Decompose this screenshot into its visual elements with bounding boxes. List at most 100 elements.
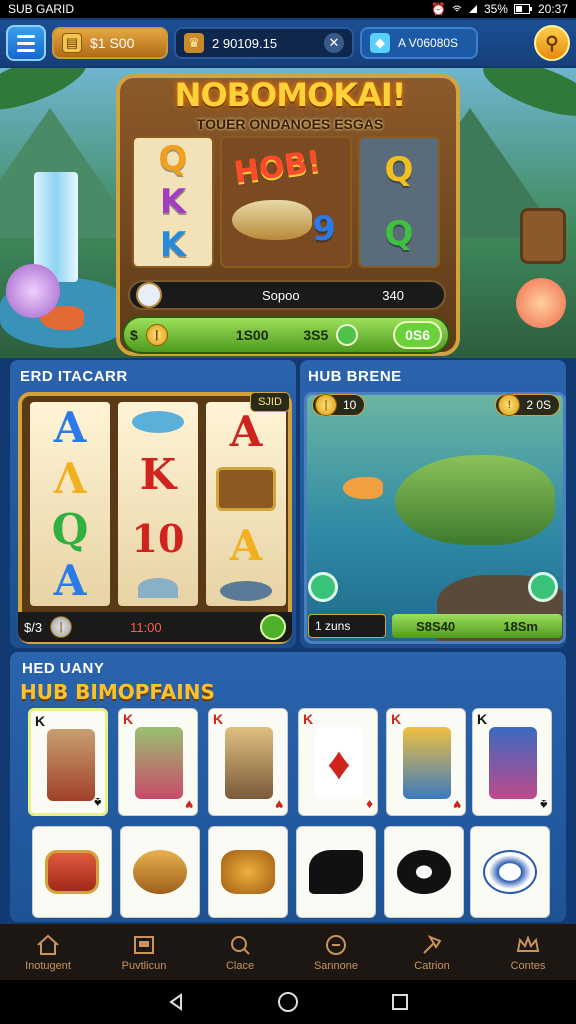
fish-scene-value-2: 18Sm bbox=[503, 618, 538, 634]
coin-icon: ! bbox=[498, 394, 521, 416]
recents-icon[interactable] bbox=[390, 992, 410, 1012]
nav-label: Inotugent bbox=[25, 959, 71, 972]
fish-scene-count: 1 zuns bbox=[308, 614, 386, 638]
wifi-icon bbox=[452, 5, 462, 12]
playing-card[interactable]: K ♦ ♦ bbox=[298, 708, 378, 816]
reel-symbol: A bbox=[229, 407, 263, 457]
item-tile[interactable] bbox=[384, 826, 464, 918]
card-rank: K bbox=[477, 711, 488, 727]
reel-symbol: A bbox=[53, 403, 87, 452]
flower-icon bbox=[516, 278, 566, 328]
reel-symbol: K bbox=[159, 181, 187, 222]
hero-info-bar: Sopoo 340 bbox=[128, 280, 446, 310]
nav-item-search[interactable]: Clace bbox=[195, 933, 285, 972]
hero-spin-button[interactable]: 0S6 bbox=[393, 321, 442, 349]
card-rank: K bbox=[123, 711, 134, 727]
balance-counter[interactable]: ♛ 2 90109.15 ✕ bbox=[174, 27, 354, 59]
nav-label: Sannone bbox=[313, 959, 359, 972]
target-icon[interactable] bbox=[528, 572, 558, 602]
bird-icon bbox=[136, 282, 162, 308]
fish-scene-chip-left-value: 10 bbox=[343, 398, 357, 412]
nav-item-home[interactable]: Inotugent bbox=[3, 933, 93, 972]
home-circle-icon[interactable] bbox=[277, 991, 299, 1013]
fish-icon bbox=[343, 477, 383, 499]
menu-button[interactable] bbox=[6, 25, 46, 61]
gems-value: A V06080S bbox=[398, 36, 459, 50]
nav-item-hammer[interactable]: Catrion bbox=[387, 933, 477, 972]
item-tile[interactable] bbox=[120, 826, 200, 918]
nav-item-game[interactable]: Puvtlicun bbox=[99, 933, 189, 972]
flower-icon bbox=[6, 264, 60, 318]
status-bar: SUB GARID ⏰ 35% 20:37 bbox=[0, 0, 576, 18]
left-panel-title: ERD ITACARR bbox=[20, 368, 128, 385]
coins-value: $1 S00 bbox=[90, 35, 135, 51]
item-tile[interactable] bbox=[32, 826, 112, 918]
fish-scene-value-1: S8S40 bbox=[416, 618, 456, 634]
playing-card[interactable]: K ♠ bbox=[472, 708, 552, 816]
nav-item-crown[interactable]: Contes bbox=[483, 933, 573, 972]
gem-icon bbox=[336, 324, 359, 346]
search-button[interactable]: ⚲ bbox=[534, 25, 570, 61]
status-indicators: ⏰ 35% 20:37 bbox=[431, 2, 568, 16]
diamond-icon: ♦ bbox=[315, 727, 363, 799]
playing-card[interactable]: K ♥ bbox=[208, 708, 288, 816]
fish-scene-chip-left: | 10 bbox=[312, 394, 366, 416]
settings-icon[interactable]: ✕ bbox=[324, 33, 344, 53]
back-icon[interactable] bbox=[166, 992, 186, 1012]
fish-scene[interactable] bbox=[304, 392, 566, 644]
reel-symbol: Q bbox=[384, 150, 414, 190]
alarm-icon: ⏰ bbox=[430, 2, 446, 16]
clock-time: 20:37 bbox=[537, 2, 568, 16]
home-icon bbox=[37, 934, 59, 955]
nav-label: Catrion bbox=[414, 959, 450, 972]
hero-reel-left: Q K K bbox=[132, 136, 214, 268]
fish-scene-top: | 10 ! 2 0S bbox=[308, 394, 564, 420]
card-portrait bbox=[47, 729, 95, 801]
fish-scene-chip-right-value: 2 0S bbox=[526, 398, 551, 412]
card-suit: ♥ bbox=[184, 797, 193, 813]
clock-icon bbox=[326, 934, 346, 955]
hero-bet-bar[interactable]: $ | 1S00 3S5 0S6 bbox=[122, 316, 450, 354]
fish-scene-values[interactable]: S8S40 18Sm bbox=[392, 614, 562, 638]
silver-coin-icon: | bbox=[50, 616, 73, 638]
card-rank: K bbox=[35, 713, 46, 729]
nav-label: Clace bbox=[225, 959, 255, 972]
nav-label: Contes bbox=[510, 959, 546, 972]
reel-symbol: 10 bbox=[131, 515, 185, 561]
emblem-icon bbox=[483, 850, 537, 894]
fish-icon bbox=[395, 455, 555, 545]
playing-card[interactable]: K ♠ bbox=[28, 708, 108, 816]
hero-info-label: Sopoo bbox=[262, 287, 300, 303]
shell-icon bbox=[138, 577, 178, 598]
coin-icon: | bbox=[315, 394, 337, 416]
status-left-text: SUB GARID bbox=[8, 2, 75, 16]
left-slot-reel-2: K 10 bbox=[118, 402, 198, 606]
left-slot-spin-button[interactable] bbox=[260, 614, 286, 640]
item-tile[interactable] bbox=[296, 826, 376, 918]
top-bar: ▤ $1 S00 ♛ 2 90109.15 ✕ ◆ A V06080S ⚲ bbox=[0, 20, 576, 66]
left-slot-timer: 11:00 bbox=[130, 619, 162, 635]
card-rank: K bbox=[213, 711, 224, 727]
item-tile[interactable] bbox=[208, 826, 288, 918]
playing-card[interactable]: K ♥ bbox=[118, 708, 198, 816]
hero-title: NOBOMOKAI! bbox=[174, 76, 407, 114]
hero-bet-value: 1S00 bbox=[235, 327, 269, 343]
sun-icon bbox=[221, 850, 275, 894]
fish-scene-footer: 1 zuns S8S40 18Sm bbox=[306, 612, 564, 640]
gems-counter[interactable]: ◆ A V06080S bbox=[360, 27, 478, 59]
playing-card[interactable]: K ♥ bbox=[386, 708, 466, 816]
compass-icon[interactable] bbox=[308, 572, 338, 602]
hero-reel-right: Q Q bbox=[358, 136, 440, 268]
item-tile[interactable] bbox=[470, 826, 550, 918]
battery-icon bbox=[513, 4, 532, 14]
hero-win-value: 3S5 bbox=[303, 327, 329, 343]
reel-symbol: Q bbox=[158, 139, 188, 180]
card-suit: ♥ bbox=[452, 797, 461, 813]
nav-item-clock[interactable]: Sannone bbox=[291, 933, 381, 972]
left-slot-footer: $/3 | 11:00 bbox=[18, 612, 292, 642]
meat-icon bbox=[45, 850, 99, 894]
card-suit: ♦ bbox=[365, 797, 373, 813]
card-suit: ♠ bbox=[539, 797, 547, 813]
coins-counter[interactable]: ▤ $1 S00 bbox=[52, 27, 168, 59]
card-suit: ♥ bbox=[274, 797, 283, 813]
